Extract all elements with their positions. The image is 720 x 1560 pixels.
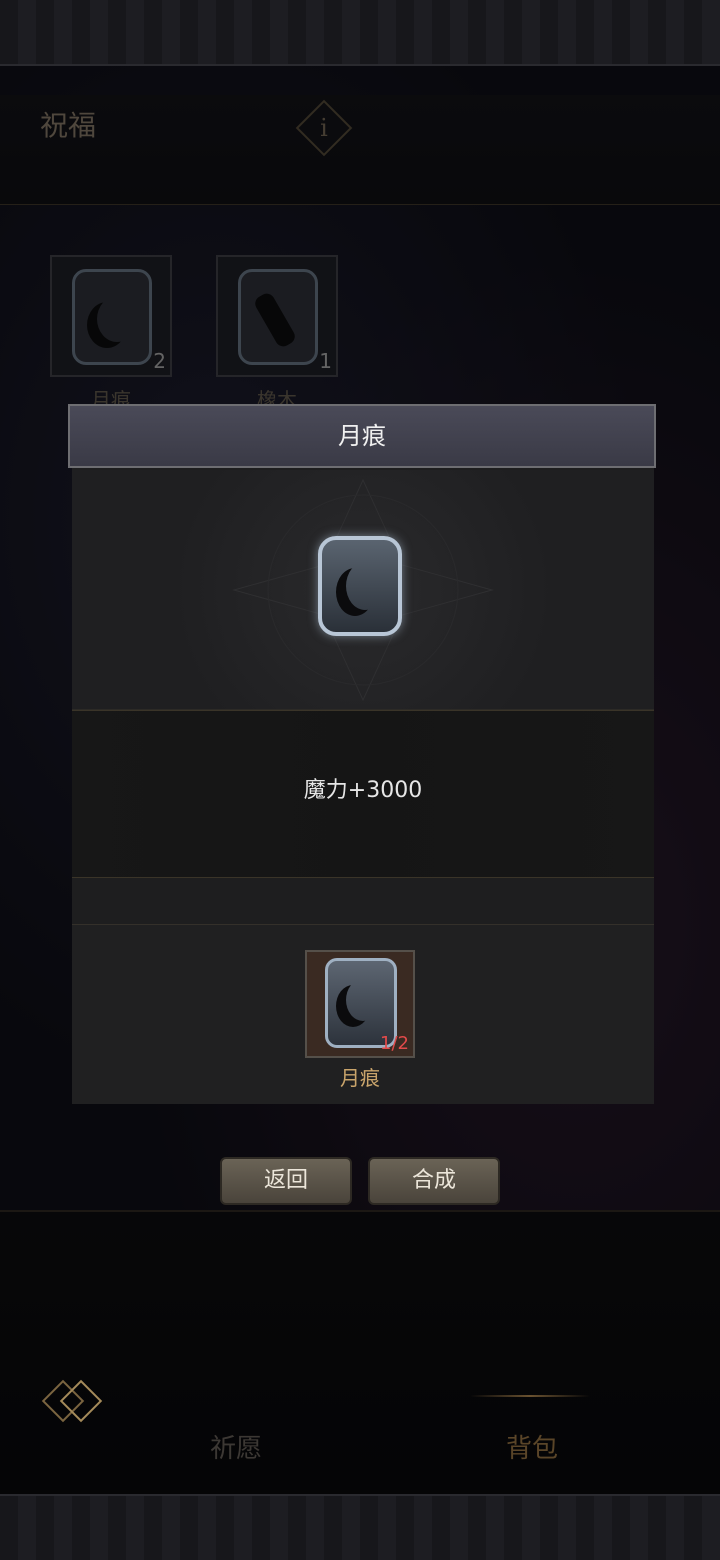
crescent-icon bbox=[346, 562, 384, 610]
bottom-ornament-frame bbox=[0, 1494, 720, 1560]
material-count: 1/2 bbox=[380, 1033, 409, 1054]
top-ornament-frame bbox=[0, 0, 720, 66]
back-button[interactable]: 返回 bbox=[220, 1157, 352, 1205]
nav-active-indicator bbox=[470, 1395, 590, 1397]
tab-wish[interactable]: 祈愿 bbox=[156, 1428, 316, 1465]
dialog-title: 月痕 bbox=[338, 422, 386, 450]
craft-button[interactable]: 合成 bbox=[368, 1157, 500, 1205]
stat-text: 魔力+3000 bbox=[303, 778, 423, 803]
tab-bag[interactable]: 背包 bbox=[452, 1428, 612, 1465]
moonmark-preview-icon bbox=[318, 536, 402, 636]
crescent-icon bbox=[346, 979, 380, 1021]
material-name: 月痕 bbox=[340, 1066, 380, 1090]
material-slot[interactable]: 1/2 bbox=[305, 950, 415, 1058]
